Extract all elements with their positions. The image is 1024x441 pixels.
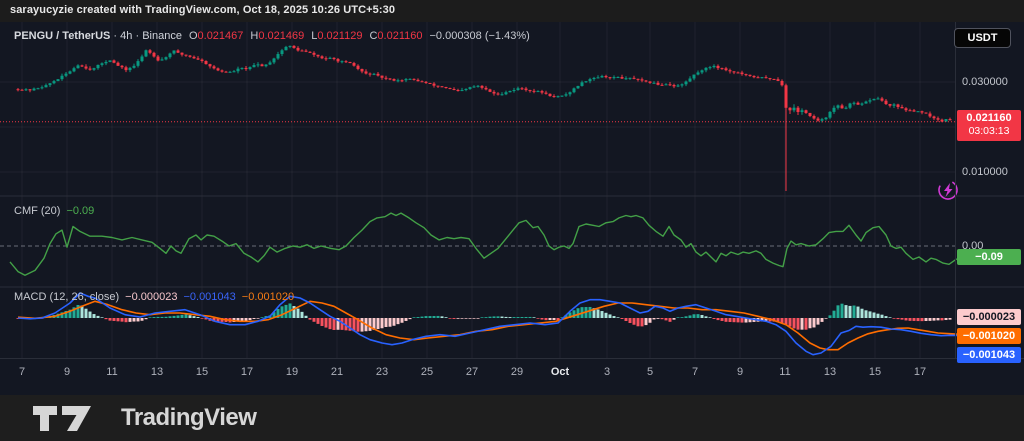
time-tick: 15 bbox=[196, 366, 208, 378]
cmf-title[interactable]: CMF (20) bbox=[14, 205, 60, 217]
tradingview-logo-mark bbox=[32, 405, 94, 432]
cmf-value-badge: −0.09 bbox=[957, 249, 1021, 265]
time-tick: 13 bbox=[824, 366, 836, 378]
macd-value-badge: −0.000023 bbox=[957, 309, 1021, 325]
interval[interactable]: 4h bbox=[120, 30, 132, 42]
cmf-value: −0.09 bbox=[66, 205, 94, 217]
time-tick: 7 bbox=[692, 366, 698, 378]
last-price-badge: 0.021160 03:03:13 bbox=[957, 110, 1021, 141]
ohlc-key: H0.021469 bbox=[250, 30, 304, 42]
time-tick: 17 bbox=[914, 366, 926, 378]
ohlc-key: C0.021160 bbox=[369, 30, 422, 42]
macd-value-badge: −0.001020 bbox=[957, 328, 1021, 344]
symbol-header[interactable]: PENGU / TetherUS · 4h · BinanceO0.021467… bbox=[14, 30, 530, 42]
symbol-name[interactable]: PENGU / TetherUS bbox=[14, 30, 110, 42]
macd-title[interactable]: MACD (12, 26, close) bbox=[14, 291, 119, 303]
time-tick: 11 bbox=[106, 366, 117, 378]
time-tick: 9 bbox=[64, 366, 70, 378]
chart-canvas bbox=[0, 22, 1024, 395]
time-tick: 25 bbox=[421, 366, 433, 378]
time-tick: 13 bbox=[151, 366, 163, 378]
chart-area[interactable]: PENGU / TetherUS · 4h · BinanceO0.021467… bbox=[0, 22, 1024, 395]
tradingview-logo[interactable]: TradingView bbox=[32, 404, 256, 432]
last-price-value: 0.021160 bbox=[957, 112, 1021, 125]
macd-indicator-header[interactable]: MACD (12, 26, close) −0.000023 −0.001043 −0… bbox=[14, 291, 294, 303]
time-tick: 19 bbox=[286, 366, 298, 378]
ohlc-key: L0.021129 bbox=[311, 30, 362, 42]
macd-value: −0.000023 bbox=[125, 291, 177, 303]
price-axis-label: 0.030000 bbox=[962, 76, 1008, 88]
macd-value-badge: −0.001043 bbox=[957, 347, 1021, 363]
time-tick: 5 bbox=[647, 366, 653, 378]
ohlc-key: O0.021467 bbox=[189, 30, 243, 42]
time-tick: 11 bbox=[779, 366, 790, 378]
time-tick: Oct bbox=[551, 366, 569, 378]
macd-value: −0.001043 bbox=[183, 291, 235, 303]
time-tick: 29 bbox=[511, 366, 523, 378]
time-tick: 3 bbox=[604, 366, 610, 378]
time-tick: 9 bbox=[737, 366, 743, 378]
time-tick: 7 bbox=[19, 366, 25, 378]
time-tick: 17 bbox=[241, 366, 253, 378]
time-tick: 21 bbox=[331, 366, 343, 378]
tradingview-snapshot: { "attribution": "sarayucyzie created wi… bbox=[0, 0, 1024, 441]
tradingview-logo-text: TradingView bbox=[121, 404, 256, 432]
attribution-text: sarayucyzie created with TradingView.com… bbox=[10, 4, 395, 16]
currency-toggle-button[interactable]: USDT bbox=[954, 28, 1011, 48]
macd-value: −0.001020 bbox=[242, 291, 294, 303]
price-axis[interactable] bbox=[955, 22, 1024, 358]
time-tick: 15 bbox=[869, 366, 881, 378]
time-axis[interactable]: 7 9 11 13 15 17 19 21 23 25 27 29 Oct 3 5 7 9 11 13 15 17 bbox=[0, 358, 1024, 395]
price-axis-label: 0.010000 bbox=[962, 166, 1008, 178]
cmf-indicator-header[interactable]: CMF (20) −0.09 bbox=[14, 205, 94, 217]
bar-countdown: 03:03:13 bbox=[957, 125, 1021, 138]
change-value: −0.000308 (−1.43%) bbox=[429, 30, 529, 42]
exchange[interactable]: Binance bbox=[142, 30, 182, 42]
time-tick: 27 bbox=[466, 366, 478, 378]
attribution-bar: sarayucyzie created with TradingView.com… bbox=[0, 0, 1024, 22]
footer-bar: TradingView bbox=[0, 395, 1024, 441]
time-tick: 23 bbox=[376, 366, 388, 378]
